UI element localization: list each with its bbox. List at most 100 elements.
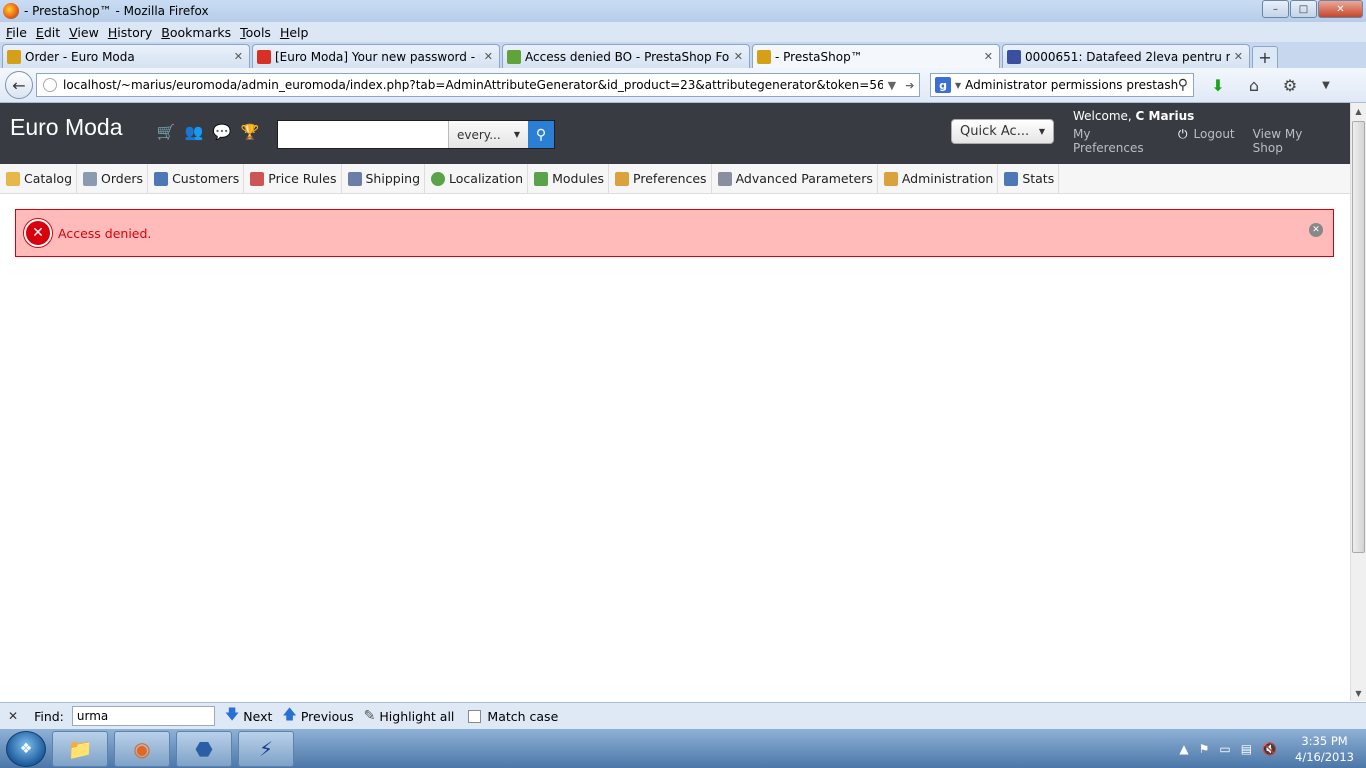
menu-history[interactable]: History bbox=[108, 25, 152, 40]
alert-message: Access denied. bbox=[58, 225, 152, 241]
system-tray: ▲ ⚑ ▭ ▤ 🔇 3:35 PM 4/16/2013 bbox=[1169, 729, 1366, 768]
tab-close-icon[interactable]: ✕ bbox=[1234, 50, 1243, 63]
view-shop-link[interactable]: View My Shop bbox=[1253, 127, 1332, 155]
tab-close-icon[interactable]: ✕ bbox=[234, 50, 243, 63]
find-previous-label: Previous bbox=[300, 708, 354, 724]
tab-label: Stats bbox=[1022, 171, 1055, 186]
browser-tab[interactable]: [Euro Moda] Your new password - m... ✕ bbox=[252, 44, 500, 68]
menu-help[interactable]: Help bbox=[280, 25, 309, 40]
network-icon[interactable]: ▤ bbox=[1241, 742, 1252, 756]
tab-administration[interactable]: Administration bbox=[878, 163, 999, 194]
home-icon[interactable]: ⌂ bbox=[1242, 73, 1266, 97]
scroll-up-icon[interactable]: ▲ bbox=[1351, 103, 1366, 119]
menu-tools[interactable]: Tools bbox=[240, 25, 271, 40]
error-icon: ✕ bbox=[24, 219, 52, 247]
tab-close-icon[interactable]: ✕ bbox=[484, 50, 493, 63]
magnifier-icon[interactable]: ⚲ bbox=[1178, 77, 1188, 93]
checkbox[interactable] bbox=[468, 709, 482, 723]
history-dropdown-icon[interactable]: ▼ bbox=[888, 79, 896, 92]
tab-close-icon[interactable]: ✕ bbox=[984, 50, 993, 63]
tab-catalog[interactable]: Catalog bbox=[0, 163, 78, 194]
menu-bar: File Edit View History Bookmarks Tools H… bbox=[0, 22, 1366, 42]
search-bar[interactable]: g ▼ Administrator permissions prestashop… bbox=[930, 73, 1194, 97]
menu-edit[interactable]: Edit bbox=[36, 25, 60, 40]
url-bar[interactable]: localhost/~marius/euromoda/admin_euromod… bbox=[36, 73, 920, 97]
minimize-button[interactable]: – bbox=[1262, 0, 1289, 18]
tab-price-rules[interactable]: Price Rules bbox=[244, 163, 342, 194]
tab-shipping[interactable]: Shipping bbox=[342, 163, 426, 194]
go-arrow-icon[interactable]: ➔ bbox=[905, 79, 914, 92]
close-icon[interactable]: ✕ bbox=[1309, 223, 1323, 237]
downloads-icon[interactable]: ⬇ bbox=[1206, 73, 1230, 97]
browser-tab[interactable]: Access denied BO - PrestaShop Forums ✕ bbox=[502, 44, 750, 68]
google-icon[interactable]: g bbox=[935, 77, 951, 93]
menu-bookmarks[interactable]: Bookmarks bbox=[161, 25, 231, 40]
logout-link[interactable]: ⏻ Logout bbox=[1178, 127, 1235, 155]
browser-tab-active[interactable]: - PrestaShop™ ✕ bbox=[752, 44, 1000, 68]
customers-icon[interactable]: 👥 bbox=[184, 123, 204, 141]
browser-tab[interactable]: Order - Euro Moda ✕ bbox=[2, 44, 250, 68]
tab-preferences[interactable]: Preferences bbox=[609, 163, 712, 194]
addon-icon[interactable]: ⚙ bbox=[1278, 73, 1302, 97]
menu-view[interactable]: View bbox=[69, 25, 99, 40]
search-scope-value: every... bbox=[457, 127, 501, 142]
search-scope-select[interactable]: every... ▼ bbox=[448, 121, 528, 148]
taskbar-virtualbox[interactable]: ⬣ bbox=[176, 730, 232, 767]
admin-tabs: Catalog Orders Customers Price Rules Shi… bbox=[0, 163, 1350, 194]
highlight-all-button[interactable]: ✎ Highlight all bbox=[364, 708, 455, 724]
tab-localization[interactable]: Localization bbox=[425, 163, 529, 194]
find-previous-button[interactable]: 🡅 Previous bbox=[282, 704, 353, 728]
trophy-icon[interactable]: 🏆 bbox=[240, 123, 260, 141]
taskbar-network-app[interactable]: ⚡ bbox=[238, 730, 294, 767]
find-bar: ✕ Find: 🡇Next 🡅Previous ✎Highlight all M… bbox=[0, 702, 1366, 729]
tab-close-icon[interactable]: ✕ bbox=[734, 50, 743, 63]
menu-file[interactable]: File bbox=[6, 25, 27, 40]
tab-stats[interactable]: Stats bbox=[998, 163, 1060, 194]
new-tab-button[interactable]: + bbox=[1252, 46, 1278, 68]
tab-label: Order - Euro Moda bbox=[25, 49, 135, 64]
tab-favicon-icon bbox=[757, 49, 771, 64]
shop-name[interactable]: Euro Moda bbox=[10, 114, 123, 141]
tab-label: Advanced Parameters bbox=[735, 171, 873, 186]
scroll-down-icon[interactable]: ▼ bbox=[1351, 685, 1366, 701]
volume-muted-icon[interactable]: 🔇 bbox=[1262, 742, 1277, 756]
cart-icon[interactable]: 🛒 bbox=[156, 123, 176, 141]
device-icon[interactable]: ▭ bbox=[1219, 742, 1230, 756]
site-identity-icon[interactable] bbox=[43, 78, 57, 92]
close-find-icon[interactable]: ✕ bbox=[8, 709, 18, 723]
tab-customers[interactable]: Customers bbox=[148, 163, 245, 194]
tab-favicon-icon bbox=[7, 49, 21, 64]
flag-icon[interactable]: ⚑ bbox=[1199, 742, 1210, 756]
start-button[interactable]: ❖ bbox=[6, 730, 46, 767]
network-icon: ⚡ bbox=[258, 736, 274, 761]
clock[interactable]: 3:35 PM 4/16/2013 bbox=[1295, 733, 1354, 765]
tab-orders[interactable]: Orders bbox=[77, 163, 149, 194]
find-input[interactable] bbox=[71, 706, 215, 726]
taskbar-explorer[interactable]: 📁 bbox=[52, 730, 108, 767]
firefox-icon[interactable] bbox=[3, 3, 19, 19]
taskbar-firefox[interactable]: ◉ bbox=[114, 730, 170, 767]
close-button[interactable]: ✕ bbox=[1318, 0, 1363, 18]
quick-access-select[interactable]: Quick Ac... ▼ bbox=[951, 119, 1054, 144]
search-engine-dropdown-icon[interactable]: ▼ bbox=[955, 81, 961, 90]
vertical-scrollbar[interactable]: ▲ ▼ bbox=[1350, 103, 1366, 701]
tab-advanced-parameters[interactable]: Advanced Parameters bbox=[712, 163, 878, 194]
menu-dropdown-icon[interactable]: ▼ bbox=[1314, 73, 1338, 97]
tab-modules[interactable]: Modules bbox=[528, 163, 610, 194]
tab-label: [Euro Moda] Your new password - m... bbox=[275, 49, 480, 64]
cube-icon: ⬣ bbox=[195, 736, 213, 761]
find-next-button[interactable]: 🡇 Next bbox=[225, 704, 273, 728]
search-button[interactable]: ⚲ bbox=[528, 121, 554, 148]
match-case-checkbox[interactable]: Match case bbox=[468, 709, 558, 724]
maximize-button[interactable]: □ bbox=[1290, 0, 1317, 18]
admin-search-input[interactable] bbox=[278, 121, 448, 148]
url-text: localhost/~marius/euromoda/admin_euromod… bbox=[63, 78, 883, 92]
my-preferences-link[interactable]: My Preferences bbox=[1073, 127, 1160, 155]
messages-icon[interactable]: 💬 bbox=[212, 123, 232, 141]
highlighter-icon: ✎ bbox=[363, 708, 376, 724]
browser-tab[interactable]: 0000651: Datafeed 2leva pentru miniP... … bbox=[1002, 44, 1250, 68]
back-button[interactable]: ← bbox=[5, 71, 33, 99]
show-hidden-icons-icon[interactable]: ▲ bbox=[1179, 742, 1188, 756]
puzzle-icon bbox=[534, 171, 549, 186]
scroll-thumb[interactable] bbox=[1352, 121, 1365, 553]
